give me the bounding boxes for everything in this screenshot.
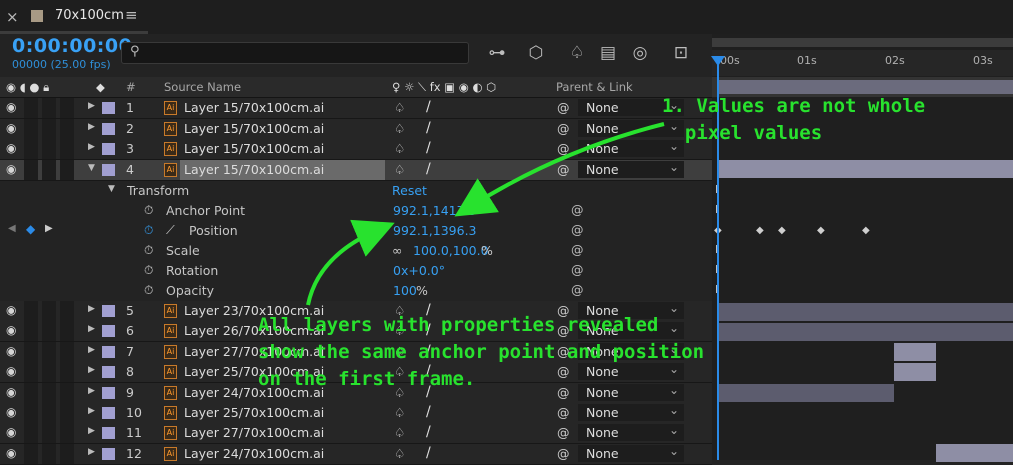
annotation-arrow-2 [306,219,395,306]
annotation-arrow-1 [454,122,665,217]
annotation-note-1: 1. Values are not whole pixel values [662,95,926,144]
annotation-note-2: All layers with properties revealed show… [258,314,705,390]
